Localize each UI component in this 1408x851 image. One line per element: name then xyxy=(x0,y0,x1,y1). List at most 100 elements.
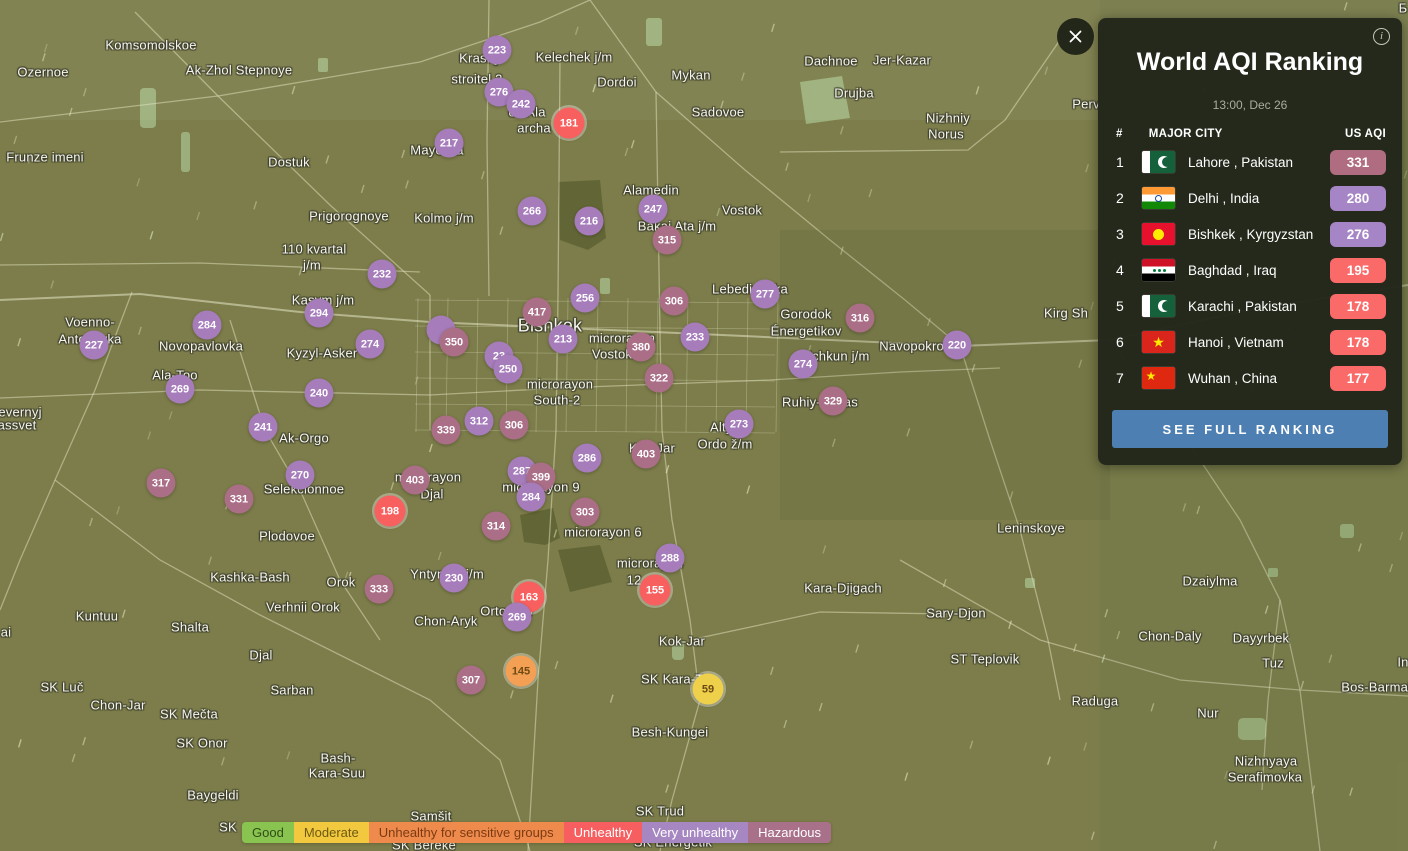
aqi-marker[interactable]: 284 xyxy=(517,483,546,512)
map-label: Dostuk xyxy=(268,155,310,170)
aqi-marker[interactable]: 339 xyxy=(432,416,461,445)
aqi-marker[interactable]: 273 xyxy=(725,410,754,439)
ranking-row-3[interactable]: 3Bishkek , Kyrgyzstan276 xyxy=(1116,216,1386,252)
aqi-marker[interactable]: 223 xyxy=(483,36,512,65)
aqi-marker[interactable]: 317 xyxy=(147,469,176,498)
aqi-badge: 177 xyxy=(1330,366,1386,391)
see-full-ranking-button[interactable]: SEE FULL RANKING xyxy=(1112,410,1388,448)
header-city: MAJOR CITY xyxy=(1149,128,1223,140)
aqi-marker[interactable]: 312 xyxy=(465,407,494,436)
map-label: Nizhnyaya xyxy=(1235,754,1298,769)
aqi-marker[interactable]: 242 xyxy=(507,90,536,119)
map-label: Raduga xyxy=(1072,694,1119,709)
map-label: Kelechek j/m xyxy=(536,50,613,65)
aqi-marker[interactable]: 284 xyxy=(193,311,222,340)
rank-number: 5 xyxy=(1116,298,1142,314)
city-name: Baghdad , Iraq xyxy=(1188,263,1330,278)
flag-vietnam-icon: ★ xyxy=(1142,331,1175,353)
map-label: Б xyxy=(1399,1,1408,16)
flag-kyrgyzstan-icon xyxy=(1142,223,1175,245)
aqi-marker[interactable]: 266 xyxy=(518,197,547,226)
aqi-marker[interactable]: 233 xyxy=(681,323,710,352)
aqi-marker[interactable]: 241 xyxy=(249,413,278,442)
aqi-marker[interactable]: 213 xyxy=(549,325,578,354)
aqi-marker[interactable]: 256 xyxy=(571,284,600,313)
legend-item-good: Good xyxy=(242,822,294,843)
aqi-marker[interactable]: 181 xyxy=(554,108,585,139)
ranking-row-2[interactable]: 2Delhi , India280 xyxy=(1116,180,1386,216)
aqi-marker[interactable]: 322 xyxy=(645,364,674,393)
aqi-marker[interactable]: 277 xyxy=(751,280,780,309)
legend-item-very_unhealthy: Very unhealthy xyxy=(642,822,748,843)
aqi-legend: GoodModerateUnhealthy for sensitive grou… xyxy=(242,822,831,843)
aqi-marker[interactable]: 274 xyxy=(356,330,385,359)
city-name: Lahore , Pakistan xyxy=(1188,155,1330,170)
aqi-marker[interactable]: 314 xyxy=(482,512,511,541)
aqi-marker[interactable]: 240 xyxy=(305,379,334,408)
aqi-marker[interactable]: 198 xyxy=(375,496,406,527)
map-label: Kirg Sh xyxy=(1044,306,1088,321)
header-rank: # xyxy=(1116,128,1123,140)
map-label: Kuntuu xyxy=(76,609,118,624)
map-label: Chon-Jar xyxy=(90,698,145,713)
map-label: Ozernoe xyxy=(17,65,68,80)
map-label: Dachnoe xyxy=(804,54,857,69)
aqi-marker[interactable]: 232 xyxy=(368,260,397,289)
map-label: Bos-Barmak xyxy=(1341,680,1408,695)
aqi-marker[interactable]: 307 xyxy=(457,666,486,695)
map-label: Bash- xyxy=(321,751,356,766)
map-label: Kara-Suu xyxy=(309,766,366,781)
map-label: Djal xyxy=(249,648,272,663)
aqi-marker[interactable]: 403 xyxy=(401,466,430,495)
ranking-row-7[interactable]: 7★★★Wuhan , China177 xyxy=(1116,360,1386,396)
city-name: Hanoi , Vietnam xyxy=(1188,335,1330,350)
aqi-marker[interactable]: 269 xyxy=(166,375,195,404)
aqi-marker[interactable]: 331 xyxy=(225,485,254,514)
aqi-marker[interactable]: 380 xyxy=(627,333,656,362)
aqi-marker[interactable]: 315 xyxy=(653,226,682,255)
map-label: Orok xyxy=(327,575,356,590)
aqi-marker[interactable]: 306 xyxy=(500,411,529,440)
aqi-badge: 331 xyxy=(1330,150,1386,175)
ranking-row-5[interactable]: 5Karachi , Pakistan178 xyxy=(1116,288,1386,324)
aqi-marker[interactable]: 403 xyxy=(632,440,661,469)
aqi-marker[interactable]: 274 xyxy=(789,350,818,379)
ranking-row-1[interactable]: 1 Lahore , Pakistan331 xyxy=(1116,144,1386,180)
map-label: Besh-Kungei xyxy=(632,725,709,740)
map-label: Jer-Kazar xyxy=(873,53,931,68)
aqi-marker[interactable]: 329 xyxy=(819,387,848,416)
rank-number: 1 xyxy=(1116,154,1142,170)
aqi-marker[interactable]: 59 xyxy=(693,674,724,705)
aqi-marker[interactable]: 316 xyxy=(846,304,875,333)
aqi-marker[interactable]: 247 xyxy=(639,195,668,224)
aqi-marker[interactable]: 270 xyxy=(286,461,315,490)
map-label: Frunze imeni xyxy=(6,150,84,165)
map-label: Prigorognoye xyxy=(309,209,389,224)
aqi-marker[interactable]: 288 xyxy=(656,544,685,573)
aqi-marker[interactable]: 230 xyxy=(440,564,469,593)
aqi-marker[interactable]: 217 xyxy=(435,129,464,158)
aqi-marker[interactable]: 306 xyxy=(660,287,689,316)
close-panel-button[interactable] xyxy=(1057,18,1094,55)
ranking-row-4[interactable]: 4Baghdad , Iraq195 xyxy=(1116,252,1386,288)
aqi-marker[interactable]: 303 xyxy=(571,498,600,527)
aqi-badge: 178 xyxy=(1330,330,1386,355)
aqi-marker[interactable]: 216 xyxy=(575,207,604,236)
aqi-marker[interactable]: 294 xyxy=(305,299,334,328)
aqi-marker[interactable]: 269 xyxy=(503,603,532,632)
aqi-marker[interactable]: 286 xyxy=(573,444,602,473)
aqi-marker[interactable]: 333 xyxy=(365,575,394,604)
aqi-marker[interactable]: 227 xyxy=(80,331,109,360)
aqi-marker[interactable]: 220 xyxy=(943,331,972,360)
map-label: Kashka-Bash xyxy=(210,570,290,585)
map-label: Voenno- xyxy=(65,315,115,330)
legend-item-usg: Unhealthy for sensitive groups xyxy=(369,822,564,843)
aqi-marker[interactable]: 350 xyxy=(440,328,469,357)
aqi-marker[interactable]: 417 xyxy=(523,298,552,327)
map-label: Serafimovka xyxy=(1228,770,1302,785)
ranking-row-6[interactable]: 6★Hanoi , Vietnam178 xyxy=(1116,324,1386,360)
aqi-marker[interactable]: 250 xyxy=(494,355,523,384)
aqi-marker[interactable]: 155 xyxy=(640,575,671,606)
aqi-marker[interactable]: 145 xyxy=(506,656,537,687)
info-icon[interactable]: i xyxy=(1373,28,1390,45)
